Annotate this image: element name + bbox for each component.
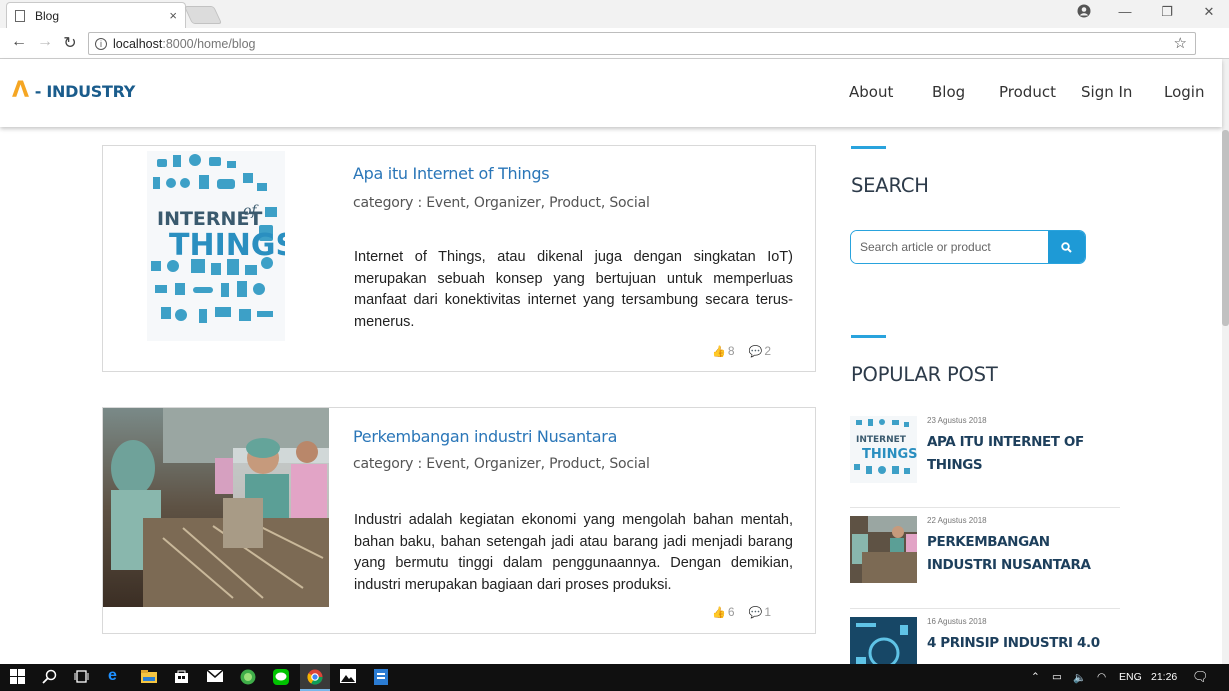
browser-toolbar: ← → ↻ i localhost:8000/home/blog ☆ ··· (0, 28, 1229, 83)
back-arrow-icon[interactable]: ← (9, 33, 29, 51)
search-icon (1061, 241, 1072, 253)
popular-accent-line (851, 335, 886, 338)
thumbs-up-icon: 👍 (712, 346, 726, 358)
chrome-taskbar-active[interactable] (300, 664, 330, 691)
post-excerpt: Internet of Things, atau dikenal juga de… (354, 249, 793, 331)
popular-post-thumbnail (850, 617, 917, 664)
popular-post-title[interactable]: APA ITU INTERNET OF THINGS (927, 431, 1117, 477)
popular-thumb-text-things: THINGS (862, 447, 917, 462)
language-indicator[interactable]: ENG (1119, 671, 1142, 683)
scrollbar-thumb[interactable] (1222, 130, 1229, 326)
popular-post-item[interactable]: 22 Agustus 2018 PERKEMBANGAN INDUSTRI NU… (850, 516, 1120, 596)
popular-post-date: 16 Agustus 2018 (927, 617, 987, 626)
post-stats: 👍 6 💬 1 (712, 605, 771, 619)
post-likes[interactable]: 👍 6 (712, 605, 734, 619)
nav-sign-in[interactable]: Sign In (1081, 83, 1132, 101)
mail-icon[interactable] (206, 669, 224, 686)
clock[interactable]: 21:26 (1151, 671, 1177, 683)
search-input[interactable] (851, 231, 1048, 263)
window-close-icon[interactable]: ✕ (1199, 4, 1219, 20)
app-green-icon[interactable] (240, 669, 257, 686)
post-excerpt: Industri adalah kegiatan ekonomi yang me… (354, 512, 793, 594)
popular-post-item[interactable]: 16 Agustus 2018 4 PRINSIP INDUSTRI 4.0 (850, 617, 1120, 664)
post-category: category : Event, Organizer, Product, So… (353, 195, 650, 211)
popular-post-thumbnail (850, 516, 917, 583)
popular-heading: POPULAR POST (851, 363, 998, 386)
brand-name: - INDUSTRY (34, 81, 136, 101)
comment-count: 1 (764, 605, 771, 619)
page-icon (15, 9, 25, 22)
post-category: category : Event, Organizer, Product, So… (353, 456, 650, 472)
comment-count: 2 (764, 344, 771, 358)
post-title[interactable]: Perkembangan industri Nusantara (353, 427, 617, 446)
wifi-icon[interactable]: ◠ (1097, 671, 1106, 683)
post-title[interactable]: Apa itu Internet of Things (353, 164, 550, 183)
comments-icon: 💬 (748, 346, 763, 358)
post-likes[interactable]: 👍 8 (712, 344, 734, 358)
tab-title: Blog (35, 8, 60, 23)
battery-icon[interactable]: ▭ (1052, 671, 1062, 683)
comments-icon: 💬 (748, 607, 763, 619)
reload-icon[interactable]: ↻ (60, 33, 80, 53)
post-comments[interactable]: 💬 1 (749, 605, 771, 619)
site-header: Λ - INDUSTRY About Blog Product Sign In … (0, 59, 1222, 127)
thumbs-up-icon: 👍 (712, 607, 726, 619)
post-card: Perkembangan industri Nusantara category… (102, 407, 816, 634)
post-card: INTERNET of THINGS Apa itu Internet of T… (102, 145, 816, 372)
popular-divider (850, 507, 1120, 508)
search-icon[interactable] (42, 669, 59, 686)
address-bar[interactable]: i localhost:8000/home/blog ☆ (88, 32, 1196, 55)
task-view-icon[interactable] (74, 669, 91, 686)
windows-start-icon[interactable] (10, 669, 27, 686)
file-explorer-icon[interactable] (141, 669, 158, 686)
profile-icon[interactable] (1074, 4, 1094, 21)
nav-product[interactable]: Product (999, 83, 1056, 101)
url-path: :8000/home/blog (162, 36, 256, 51)
popular-post-title[interactable]: 4 PRINSIP INDUSTRI 4.0 (927, 632, 1117, 655)
logo-mark: Λ (12, 78, 29, 103)
volume-icon[interactable]: 🔈 (1073, 671, 1086, 684)
popular-post-item[interactable]: INTERNET THINGS 23 Agustus 2018 APA ITU … (850, 416, 1120, 496)
popular-post-date: 23 Agustus 2018 (927, 416, 987, 425)
like-count: 6 (727, 605, 735, 619)
minimize-icon[interactable]: — (1115, 4, 1135, 19)
store-icon[interactable] (174, 669, 191, 686)
search-form (850, 230, 1086, 264)
line-chat-icon[interactable] (273, 669, 290, 686)
tab-close-icon[interactable]: × (169, 8, 177, 23)
post-thumbnail-iot[interactable]: INTERNET of THINGS (147, 151, 297, 341)
notification-icon[interactable]: 🗨 (1192, 669, 1209, 685)
windows-taskbar: e ⌃ ▭ 🔈 ◠ ENG 21:26 🗨 (0, 664, 1229, 691)
tray-chevron-icon[interactable]: ⌃ (1031, 671, 1040, 683)
popular-post-date: 22 Agustus 2018 (927, 516, 987, 525)
popular-post-thumbnail: INTERNET THINGS (850, 416, 918, 483)
popular-post-title[interactable]: PERKEMBANGAN INDUSTRI NUSANTARA (927, 531, 1117, 577)
thumb-text-things: THINGS (169, 228, 285, 263)
url-host: localhost (113, 36, 163, 51)
forward-arrow-icon[interactable]: → (35, 33, 55, 51)
search-button[interactable] (1048, 231, 1085, 263)
popular-thumb-text-internet: INTERNET (856, 435, 907, 445)
post-stats: 👍 8 💬 2 (712, 344, 771, 358)
bookmark-star-icon[interactable]: ☆ (1174, 34, 1187, 52)
browser-titlebar: Blog × — ❐ ✕ (0, 0, 1229, 28)
search-accent-line (851, 146, 886, 149)
popular-divider (850, 608, 1120, 609)
photos-icon[interactable] (340, 669, 357, 686)
nav-login[interactable]: Login (1164, 83, 1204, 101)
new-tab-button[interactable] (183, 6, 223, 24)
edge-browser-icon[interactable]: e (108, 667, 125, 684)
info-icon[interactable]: i (95, 37, 107, 50)
search-heading: SEARCH (851, 174, 929, 197)
nav-blog[interactable]: Blog (932, 83, 965, 101)
post-thumbnail-factory[interactable] (103, 408, 329, 607)
maximize-icon[interactable]: ❐ (1157, 4, 1177, 20)
like-count: 8 (727, 344, 735, 358)
browser-tab[interactable]: Blog × (6, 2, 186, 28)
brand-logo[interactable]: Λ - INDUSTRY (12, 78, 136, 103)
post-comments[interactable]: 💬 2 (749, 344, 771, 358)
nav-about[interactable]: About (849, 83, 893, 101)
document-app-icon[interactable] (374, 669, 391, 686)
chrome-icon (307, 669, 323, 685)
